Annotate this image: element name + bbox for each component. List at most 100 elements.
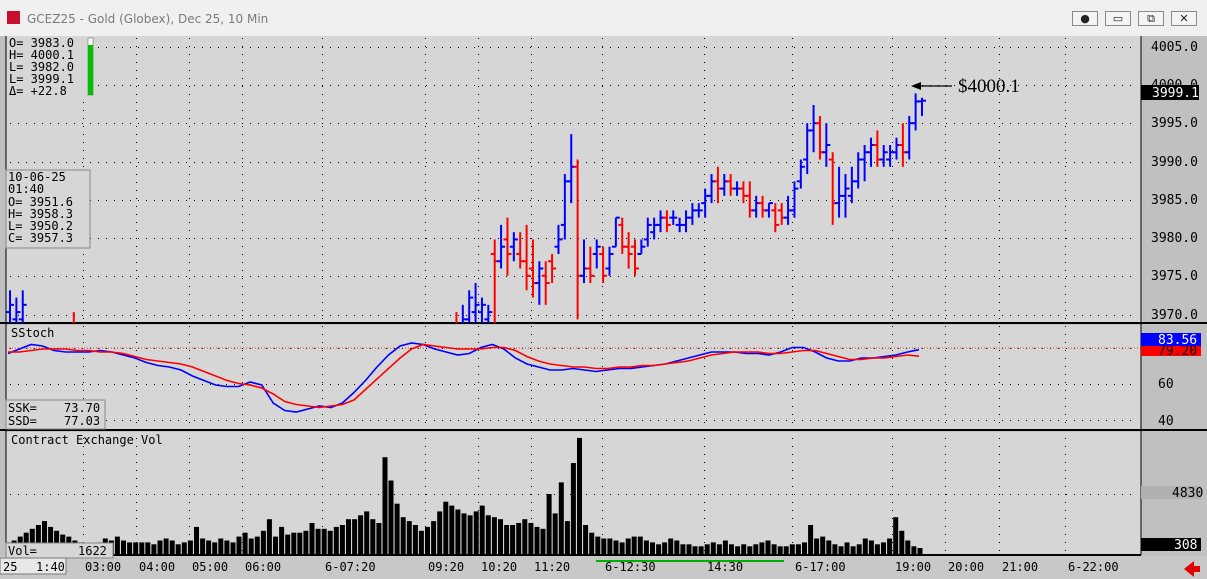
grid-dot [792,542,793,543]
grid-dot [704,390,705,391]
grid-dot [130,315,131,316]
grid-dot [1122,47,1123,48]
grid-dot [562,200,563,201]
grid-dot [466,200,467,201]
grid-dot [792,38,793,39]
grid-dot [330,238,331,239]
grid-dot [945,254,946,255]
close-button[interactable]: ✕ [1171,11,1197,26]
grid-dot [792,214,793,215]
grid-dot [1065,502,1066,503]
grid-dot [778,200,779,201]
grid-dot [450,123,451,124]
grid-dot [136,214,137,215]
grid-dot [1042,384,1043,385]
grid-dot [114,238,115,239]
grid-dot [792,398,793,399]
grid-dot [538,420,539,421]
grid-dot [83,142,84,143]
grid-dot [346,238,347,239]
price-tick: 4005.0 [1151,40,1198,55]
grid-dot [122,420,123,421]
grid-dot [530,238,531,239]
grid-dot [892,150,893,151]
grid-dot [250,238,251,239]
grid-dot [746,348,747,349]
volume-bar [522,519,528,554]
dot-button[interactable]: ● [1072,11,1098,26]
price-tick: 3985.0 [1151,193,1198,208]
grid-dot [578,420,579,421]
grid-dot [514,123,515,124]
grid-dot [74,384,75,385]
grid-dot [82,123,83,124]
grid-dot [938,238,939,239]
volume-bar [802,542,807,554]
grid-dot [186,162,187,163]
grid-dot [858,123,859,124]
grid-dot [999,446,1000,447]
grid-dot [154,47,155,48]
grid-dot [90,494,91,495]
grid-dot [170,238,171,239]
grid-dot [1066,123,1067,124]
grid-dot [189,478,190,479]
grid-dot [136,166,137,167]
grid-dot [792,238,793,239]
grid-dot [650,420,651,421]
grid-dot [999,102,1000,103]
chart-area[interactable]: 4005.0 4000.0 3995.0 3990.0 3985.0 3980.… [0,36,1207,579]
grid-dot [1065,542,1066,543]
grid-dot [578,47,579,48]
grid-dot [1065,262,1066,263]
restore-button[interactable]: ⧉ [1138,11,1164,26]
grid-dot [322,162,323,163]
grid-dot [162,85,163,86]
grid-dot [322,200,323,201]
grid-dot [546,315,547,316]
grid-dot [1042,494,1043,495]
grid-dot [1042,85,1043,86]
grid-dot [425,174,426,175]
grid-dot [170,200,171,201]
grid-dot [450,494,451,495]
grid-dot [189,318,190,319]
grid-dot [530,200,531,201]
grid-dot [162,494,163,495]
grid-dot [522,47,523,48]
grid-dot [602,102,603,103]
grid-dot [98,315,99,316]
grid-dot [690,123,691,124]
grid-dot [410,276,411,277]
grid-dot [770,123,771,124]
grid-dot [478,54,479,55]
grid-dot [850,238,851,239]
volume-bar [473,511,479,554]
grid-dot [892,366,893,367]
grid-dot [704,486,705,487]
grid-dot [218,276,219,277]
grid-dot [722,494,723,495]
grid-dot [322,526,323,527]
grid-dot [506,494,507,495]
grid-dot [522,276,523,277]
grid-dot [1034,348,1035,349]
grid-dot [1065,494,1066,495]
grid-dot [410,494,411,495]
grid-dot [626,238,627,239]
grid-dot [946,276,947,277]
grid-dot [346,348,347,349]
volume-bar [729,544,734,554]
grid-dot [322,198,323,199]
stoch-panel[interactable] [6,325,1141,430]
volume-bar [139,542,145,554]
grid-dot [370,85,371,86]
grid-dot [531,326,532,327]
grid-dot [1065,38,1066,39]
vol-value: 1622 [78,544,107,558]
grid-dot [1034,47,1035,48]
grid-dot [792,158,793,159]
grid-dot [930,238,931,239]
minimize-button[interactable]: ▭ [1105,11,1131,26]
grid-dot [892,254,893,255]
